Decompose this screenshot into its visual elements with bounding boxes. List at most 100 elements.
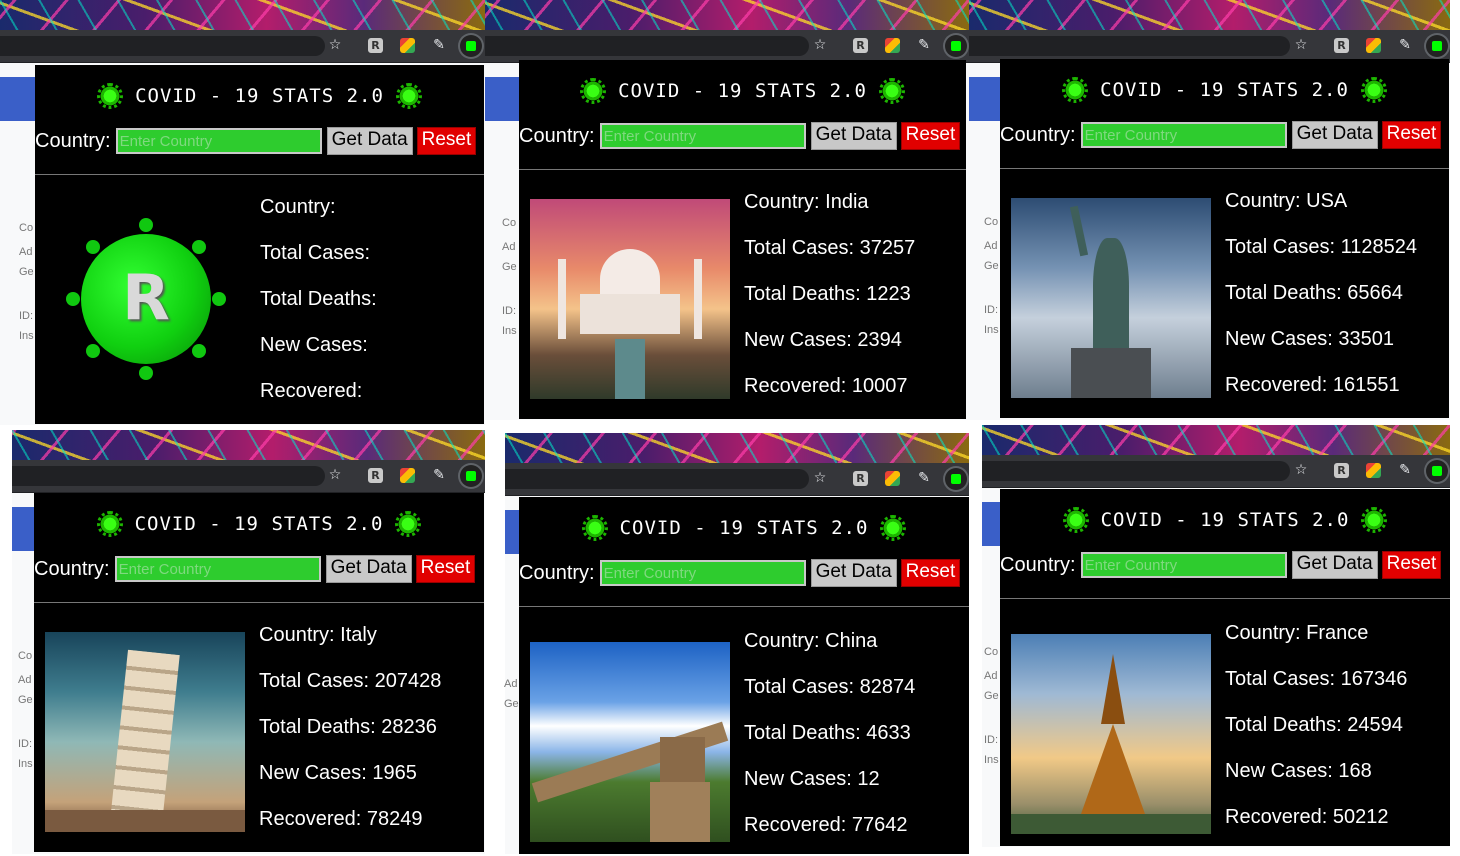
browser-theme-banner (12, 430, 485, 460)
address-bar[interactable] (982, 461, 1290, 481)
country-label: Country: (34, 557, 110, 580)
browser-toolbar: ☆ R ✎ (505, 463, 969, 496)
bookmark-star-icon[interactable]: ☆ (1292, 461, 1310, 479)
address-bar[interactable] (12, 466, 325, 486)
extension-map-icon[interactable] (885, 38, 900, 53)
bookmark-star-icon[interactable]: ☆ (811, 36, 829, 54)
get-data-button[interactable]: Get Data (810, 559, 897, 587)
popup-header: COVID - 19 STATS 2.0 (519, 513, 969, 543)
get-data-button[interactable]: Get Data (810, 122, 897, 150)
extension-r-icon[interactable]: R (368, 38, 383, 53)
covid-extension-icon[interactable] (945, 35, 967, 57)
extension-r-icon[interactable]: R (853, 471, 868, 486)
divider (1000, 598, 1450, 599)
stat-total-cases: Total Cases: 1128524 (1225, 236, 1417, 258)
extension-pen-icon[interactable]: ✎ (430, 36, 448, 54)
get-data-button[interactable]: Get Data (1291, 551, 1378, 579)
reset-button[interactable]: Reset (900, 122, 961, 150)
bg-text: Ad (504, 678, 518, 690)
bg-text: ID: (502, 305, 517, 317)
bg-text: Ge (984, 690, 999, 702)
country-input[interactable] (1080, 122, 1287, 148)
covid-extension-icon[interactable] (945, 468, 967, 490)
extension-pen-icon[interactable]: ✎ (430, 466, 448, 484)
get-data-button[interactable]: Get Data (1291, 121, 1378, 149)
virus-icon (395, 511, 422, 537)
divider (519, 169, 966, 170)
bookmark-star-icon[interactable]: ☆ (811, 469, 829, 487)
country-input[interactable] (114, 556, 321, 582)
stat-total-cases: Total Cases: (260, 242, 371, 264)
stat-country: Country: (260, 196, 336, 218)
country-input[interactable] (599, 123, 806, 149)
extension-r-icon[interactable]: R (368, 468, 383, 483)
extension-pen-icon[interactable]: ✎ (915, 469, 933, 487)
bg-text: Ge (984, 260, 999, 272)
reset-button[interactable]: Reset (415, 555, 476, 583)
extension-map-icon[interactable] (400, 468, 415, 483)
browser-theme-banner (969, 0, 1450, 30)
extension-r-icon[interactable]: R (1334, 38, 1349, 53)
bg-text: Ad (18, 674, 32, 686)
covid-extension-icon[interactable] (460, 465, 482, 487)
covid-extension-icon[interactable] (1426, 35, 1448, 57)
extension-map-icon[interactable] (400, 38, 415, 53)
extension-r-icon[interactable]: R (853, 38, 868, 53)
stat-country: Country: USA (1225, 190, 1348, 212)
taj-base (580, 294, 680, 334)
stats-list: Country: China Total Cases: 82874 Total … (744, 626, 915, 856)
stat-country: Country: China (744, 630, 878, 652)
reset-button[interactable]: Reset (1381, 121, 1442, 149)
extension-map-icon[interactable] (885, 471, 900, 486)
country-input[interactable] (115, 128, 322, 154)
covid-extension-icon[interactable] (460, 35, 482, 57)
virus-icon (96, 511, 123, 537)
stat-recovered: Recovered: 50212 (1225, 806, 1389, 828)
stat-recovered: Recovered: 78249 (259, 808, 423, 830)
browser-theme-banner (0, 0, 485, 30)
bg-text: Co (18, 650, 33, 662)
reset-button[interactable]: Reset (1381, 551, 1442, 579)
extension-pen-icon[interactable]: ✎ (915, 36, 933, 54)
search-form: Country: Get Data Reset (1000, 121, 1449, 149)
covid-extension-icon[interactable] (1426, 460, 1448, 482)
get-data-button[interactable]: Get Data (325, 555, 412, 583)
stat-total-deaths: Total Deaths: (260, 288, 377, 310)
address-bar[interactable] (0, 36, 325, 56)
search-form: Country: Get Data Reset (34, 555, 484, 583)
bookmark-star-icon[interactable]: ☆ (326, 466, 344, 484)
covid-popup-usa: COVID - 19 STATS 2.0 Country: Get Data R… (1000, 59, 1449, 418)
bookmark-star-icon[interactable]: ☆ (1292, 36, 1310, 54)
popup-title: COVID - 19 STATS 2.0 (1100, 509, 1350, 531)
park-trees (1011, 814, 1211, 834)
get-data-button[interactable]: Get Data (326, 127, 413, 155)
country-label: Country: (519, 561, 595, 584)
stat-country: Country: Italy (259, 624, 377, 646)
bg-text: Ins (19, 330, 34, 342)
stat-total-deaths: Total Deaths: 28236 (259, 716, 437, 738)
extension-r-icon[interactable]: R (1334, 463, 1349, 478)
bg-text: ID: (19, 310, 34, 322)
bookmark-star-icon[interactable]: ☆ (326, 36, 344, 54)
reset-button[interactable]: Reset (900, 559, 961, 587)
bg-text: Ins (984, 754, 999, 766)
reset-button[interactable]: Reset (416, 127, 477, 155)
browser-toolbar: ☆ R ✎ (982, 455, 1450, 488)
popup-header: COVID - 19 STATS 2.0 (1000, 505, 1450, 535)
address-bar[interactable] (485, 36, 809, 56)
address-bar[interactable] (505, 469, 809, 489)
virus-icon (1360, 77, 1387, 103)
extension-map-icon[interactable] (1366, 38, 1381, 53)
covid-popup-italy: COVID - 19 STATS 2.0 Country: Get Data R… (34, 493, 484, 852)
stats-list: Country: USA Total Cases: 1128524 Total … (1225, 186, 1417, 416)
extension-pen-icon[interactable]: ✎ (1396, 36, 1414, 54)
extension-map-icon[interactable] (1366, 463, 1381, 478)
country-input[interactable] (599, 560, 806, 586)
stat-new-cases: New Cases: 12 (744, 768, 880, 790)
address-bar[interactable] (969, 36, 1290, 56)
extension-pen-icon[interactable]: ✎ (1396, 461, 1414, 479)
statue-pedestal (1071, 348, 1151, 398)
watchtower (660, 737, 705, 782)
bg-text: Ad (502, 241, 516, 253)
country-input[interactable] (1080, 552, 1287, 578)
